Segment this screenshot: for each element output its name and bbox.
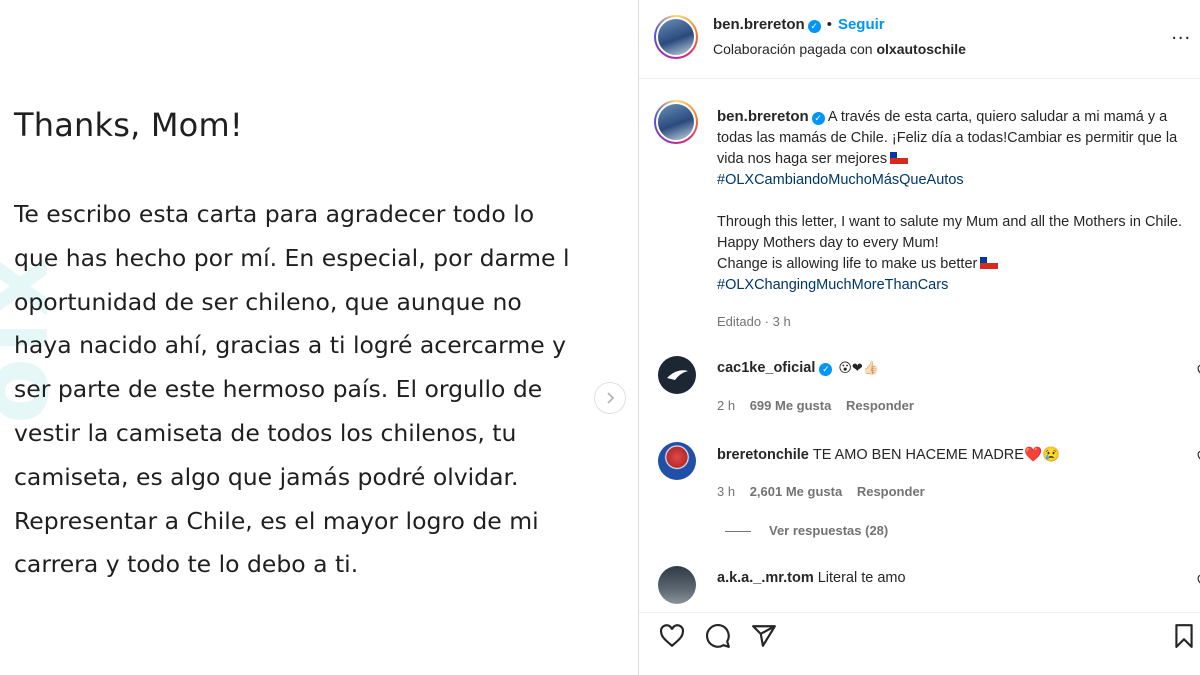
verified-badge-icon: ✓ [819,363,833,376]
letter-line: Representar a Chile, es el mayor logro d… [14,506,539,535]
letter-line: camiseta, es algo que jamás podré olvida… [14,462,519,491]
comment-body: cac1ke_oficial ✓ 😮❤👍🏻 [717,360,879,376]
comment-avatar[interactable] [658,356,696,394]
letter-line: que has hecho por mí. En especial, por d… [14,243,570,272]
comment-text: 😮❤👍🏻 [838,361,879,376]
letter-title: Thanks, Mom! [14,106,243,144]
letter-line: vestir la camiseta de todos los chilenos… [14,418,517,447]
brand-logo-icon [667,370,688,380]
letter-body: Te escribo esta carta para agradecer tod… [14,193,638,587]
separator-dot: • [826,16,832,33]
comment-icon[interactable] [705,623,731,649]
follow-button[interactable]: Seguir [838,16,885,33]
view-replies-label: Ver respuestas (28) [769,523,889,538]
collab-prefix: Colaboración pagada con [713,41,873,57]
comment-avatar[interactable] [658,566,696,604]
comment-likes[interactable]: 2,601 Me gusta [750,484,843,499]
next-image-button[interactable] [594,382,626,414]
letter-line: carrera y todo te lo debo a ti. [14,550,359,579]
hashtag-link[interactable]: #OLXCambiandoMuchoMásQueAutos [717,170,1199,191]
comment-username[interactable]: a.k.a._.mr.tom [717,570,814,586]
letter-line: oportunidad de ser chileno, que aunque n… [14,287,522,316]
caption-text-en-2: Change is allowing life to make us bette… [717,256,978,272]
chile-flag-icon [890,152,909,164]
comment-meta: 2 h 699 Me gusta Responder [717,398,925,413]
save-bookmark-icon[interactable] [1171,623,1197,649]
reply-button[interactable]: Responder [857,484,925,499]
like-icon[interactable] [659,623,685,649]
comment-body: breretonchile TE AMO BEN HACEME MADRE❤️😢 [717,446,1060,463]
paid-partnership: Colaboración pagada con olxautoschile [713,41,966,57]
comment-text: TE AMO BEN HACEME MADRE❤️😢 [812,447,1061,463]
author-avatar[interactable] [654,15,698,59]
comment-text: Literal te amo [817,570,906,586]
verified-badge-icon: ✓ [807,20,821,33]
comment-time: 2 h [717,398,736,413]
caption-avatar[interactable] [654,100,698,144]
more-options-button[interactable]: ... [1171,22,1191,45]
letter-line: Te escribo esta carta para agradecer tod… [14,200,535,228]
post-image: olx Thanks, Mom! Te escribo esta carta p… [0,0,638,675]
chile-flag-icon [980,257,999,269]
post-panel: ben.brereton ✓ • Seguir Colaboración pagada… [638,0,1200,675]
caption-text-en: Through this letter, I want to salute my… [717,214,1183,251]
caption-username[interactable]: ben.brereton [717,108,809,125]
collab-partner-link[interactable]: olxautoschile [876,41,965,57]
comment-avatar[interactable] [658,442,696,480]
edited-timestamp: Editado · 3 h [717,314,791,329]
verified-badge-icon: ✓ [811,112,825,125]
chevron-right-icon [607,392,615,404]
comment-username[interactable]: breretonchile [717,447,809,463]
author-username[interactable]: ben.brereton [713,16,805,33]
caption-text: ben.brereton ✓ A través de esta carta, qu… [717,106,1199,332]
hashtag-link[interactable]: #OLXChangingMuchMoreThanCars [717,275,1199,296]
comment-meta: 3 h 2,601 Me gusta Responder [717,484,936,499]
letter-line: ser parte de este hermoso país. El orgul… [14,375,543,404]
letter-line: haya nacido ahí, gracias a ti logré acer… [14,331,567,360]
comment-time: 3 h [717,484,736,499]
comment-body: a.k.a._.mr.tom Literal te amo [717,570,906,586]
post-header: ben.brereton ✓ • Seguir Colaboración pagada… [639,0,1200,79]
post-actions-bar [639,612,1200,675]
replies-divider [725,531,751,533]
share-icon[interactable] [751,623,777,649]
reply-button[interactable]: Responder [846,398,914,413]
author-line: ben.brereton ✓ • Seguir [713,16,885,33]
comment-username[interactable]: cac1ke_oficial [717,360,815,376]
view-replies-button[interactable]: Ver respuestas (28) [725,523,888,538]
comment-likes[interactable]: 699 Me gusta [750,398,832,413]
